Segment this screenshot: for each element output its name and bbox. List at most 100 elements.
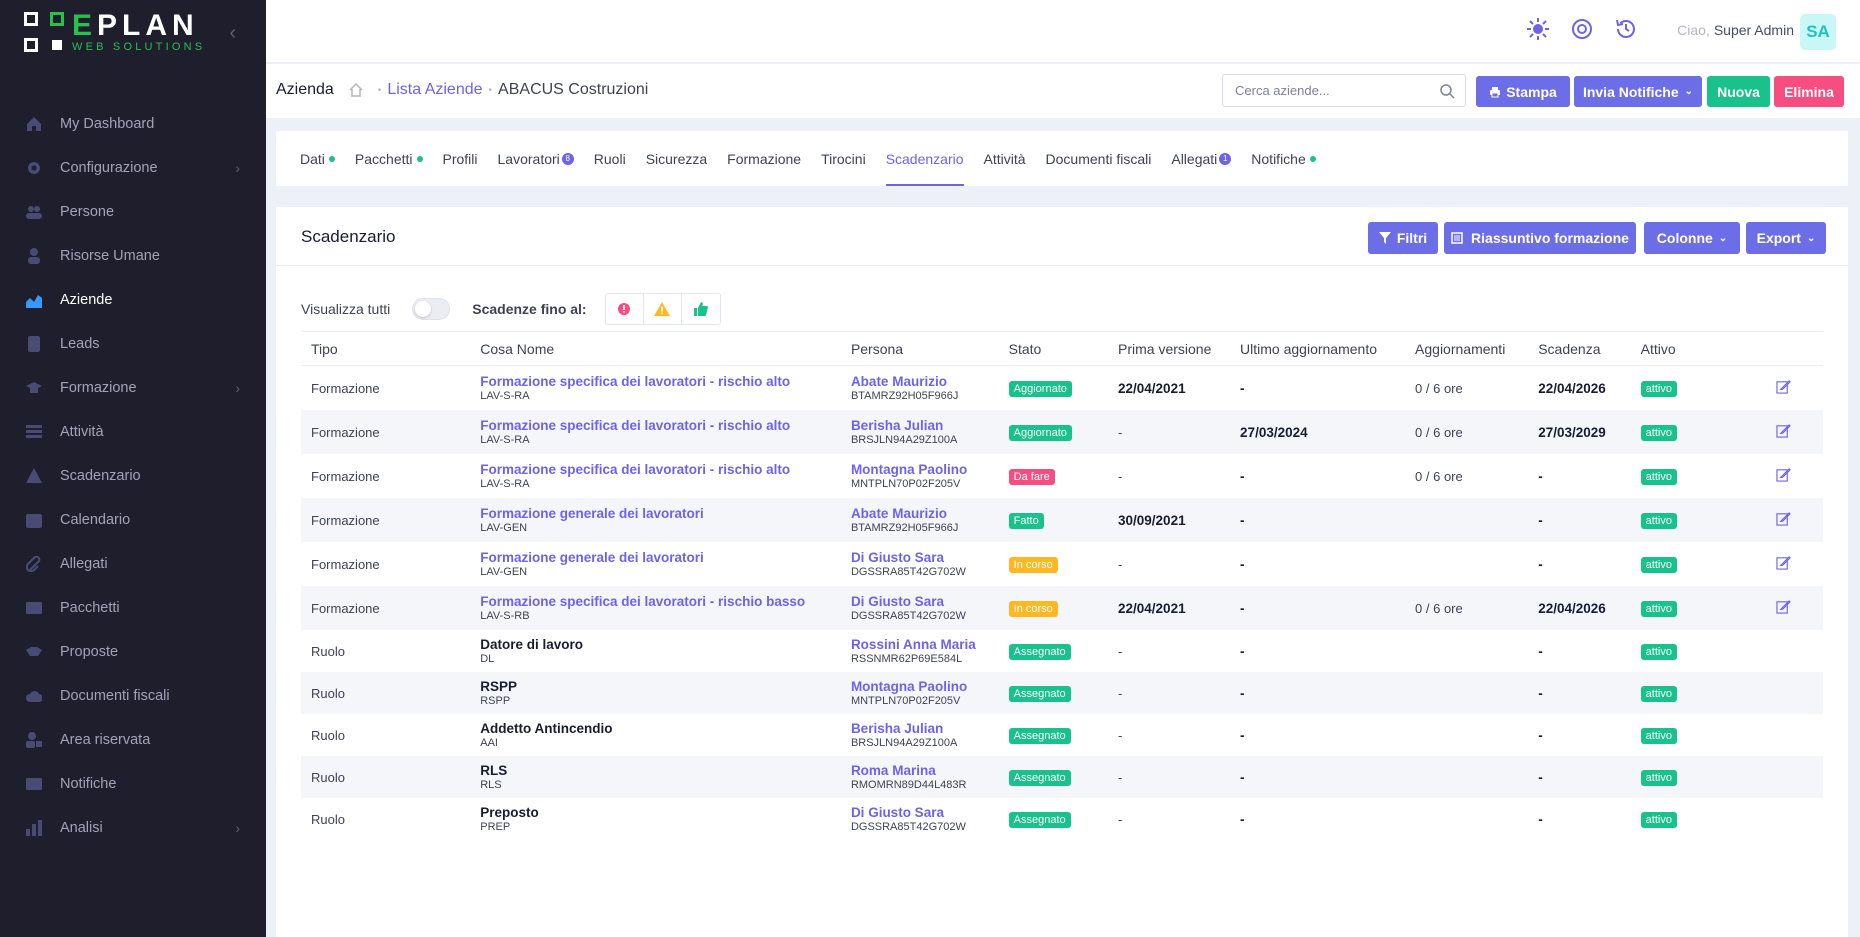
sidebar-item-area-riservata[interactable]: Area riservata (0, 718, 266, 762)
last-update: - (1240, 811, 1245, 827)
table-row[interactable]: Formazione Formazione generale dei lavora… (301, 497, 1823, 542)
avatar[interactable]: SA (1800, 14, 1836, 50)
table-row[interactable]: Formazione Formazione specifica dei lavor… (301, 366, 1823, 410)
sidebar-item-calendario[interactable]: Calendario (0, 498, 266, 542)
tab-sicurezza[interactable]: Sicurezza (646, 131, 707, 186)
sidebar-item-analisi[interactable]: Analisi › (0, 806, 266, 850)
column-header[interactable]: Attivo (1630, 331, 1735, 366)
person-name[interactable]: Di Giusto Sara (851, 594, 999, 609)
item-name[interactable]: Formazione generale dei lavoratori (480, 506, 841, 521)
item-name[interactable]: Formazione specifica dei lavoratori - ri… (480, 418, 841, 433)
column-header[interactable]: Stato (998, 331, 1109, 366)
breadcrumb-link[interactable]: Lista Aziende (387, 81, 482, 99)
tab-allegati[interactable]: Allegati 1 (1171, 131, 1232, 186)
table-row[interactable]: Formazione Formazione specifica dei lavor… (301, 409, 1823, 454)
tab-profili[interactable]: Profili (443, 131, 478, 186)
person-name[interactable]: Roma Marina (851, 763, 999, 778)
table-row[interactable]: Ruolo Datore di lavoro DL Rossini Anna Mari… (301, 630, 1823, 672)
table-row[interactable]: Formazione Formazione specifica dei lavor… (301, 585, 1823, 630)
tab-scadenzario[interactable]: Scadenzario (885, 131, 964, 186)
deadline-ok-button[interactable] (682, 294, 720, 324)
person-name[interactable]: Berisha Julian (851, 418, 999, 433)
edit-icon[interactable] (1776, 423, 1791, 438)
table-row[interactable]: Ruolo RLS RLS Roma Marina RMOMRN89D44L483R As… (301, 755, 1823, 798)
sidebar-item-configurazione[interactable]: Configurazione › (0, 146, 266, 190)
sidebar-item-my-dashboard[interactable]: My Dashboard (0, 102, 266, 146)
edit-icon[interactable] (1776, 555, 1791, 570)
sidebar-item-documenti-fiscali[interactable]: Documenti fiscali (0, 674, 266, 718)
columns-button[interactable]: Colonne ⌄ (1644, 222, 1740, 254)
item-name[interactable]: Formazione specifica dei lavoratori - ri… (480, 374, 841, 389)
new-button[interactable]: Nuova (1707, 76, 1770, 107)
delete-button[interactable]: Elimina (1774, 76, 1844, 107)
column-header[interactable]: Tipo (301, 331, 471, 366)
search-input[interactable] (1223, 75, 1423, 106)
person-name[interactable]: Di Giusto Sara (851, 550, 999, 565)
tab-ruoli[interactable]: Ruoli (594, 131, 626, 186)
table-row[interactable]: Ruolo Addetto Antincendio AAI Berisha Julia… (301, 714, 1823, 756)
table-row[interactable]: Formazione Formazione specifica dei lavor… (301, 454, 1823, 498)
sidebar-item-notifiche[interactable]: Notifiche (0, 762, 266, 806)
search-icon[interactable] (1439, 83, 1455, 99)
lifebuoy-icon[interactable] (1570, 17, 1594, 41)
deadline-expired-button[interactable] (606, 294, 644, 324)
sidebar-item-aziende[interactable]: Aziende (0, 278, 266, 322)
breadcrumb-current: ABACUS Costruzioni (498, 81, 649, 98)
person-name[interactable]: Montagna Paolino (851, 462, 999, 477)
table-row[interactable]: Ruolo RSPP RSPP Montagna Paolino MNTPLN70P02… (301, 671, 1823, 714)
user-greeting[interactable]: Ciao, Super Admin (1677, 22, 1794, 38)
print-button[interactable]: Stampa (1476, 76, 1570, 107)
tab-pacchetti[interactable]: Pacchetti (355, 131, 423, 186)
sidebar-item-pacchetti[interactable]: Pacchetti (0, 586, 266, 630)
tab-documenti-fiscali[interactable]: Documenti fiscali (1046, 131, 1152, 186)
column-header[interactable]: Prima versione (1108, 331, 1231, 366)
sidebar-item-proposte[interactable]: Proposte (0, 630, 266, 674)
column-header[interactable]: Ultimo aggiornamento (1230, 331, 1406, 366)
column-header[interactable]: Aggiornamenti (1405, 331, 1529, 366)
brand-logo[interactable]: EPLAN WEB SOLUTIONS ‹ (0, 0, 266, 64)
edit-icon[interactable] (1776, 379, 1791, 394)
column-header[interactable]: Cosa Nome (470, 331, 841, 366)
edit-icon[interactable] (1776, 599, 1791, 614)
sidebar-item-allegati[interactable]: Allegati (0, 542, 266, 586)
sidebar-item-persone[interactable]: Persone (0, 190, 266, 234)
table-row[interactable]: Formazione Formazione generale dei lavora… (301, 542, 1823, 586)
filters-button[interactable]: Filtri (1368, 222, 1438, 254)
home-icon[interactable] (348, 82, 364, 98)
edit-icon[interactable] (1776, 467, 1791, 482)
sidebar-item-risorse-umane[interactable]: Risorse Umane (0, 234, 266, 278)
collapse-sidebar-icon[interactable]: ‹ (229, 22, 236, 45)
item-name[interactable]: Formazione specifica dei lavoratori - ri… (480, 594, 841, 609)
column-header[interactable]: Scadenza (1528, 331, 1631, 366)
person-name[interactable]: Abate Maurizio (851, 506, 999, 521)
tab-dati[interactable]: Dati (300, 131, 335, 186)
tab-tirocini[interactable]: Tirocini (821, 131, 866, 186)
person-name[interactable]: Abate Maurizio (851, 374, 999, 389)
tab-attivit-[interactable]: Attività (984, 131, 1026, 186)
table-row[interactable]: Ruolo Preposto PREP Di Giusto Sara DGSSRA85T… (301, 798, 1823, 840)
tab-label: Ruoli (593, 150, 626, 167)
history-icon[interactable] (1614, 17, 1638, 41)
tab-formazione[interactable]: Formazione (727, 131, 801, 186)
sidebar-item-scadenzario[interactable]: Scadenzario (0, 454, 266, 498)
deadline-warning-button[interactable] (644, 294, 682, 324)
sidebar-item-formazione[interactable]: Formazione › (0, 366, 266, 410)
tab-lavoratori[interactable]: Lavoratori 8 (498, 131, 574, 186)
sun-icon[interactable] (1526, 17, 1550, 41)
status-badge: In corso (1008, 600, 1058, 617)
sidebar-item-attivit-[interactable]: Attività (0, 410, 266, 454)
person-name[interactable]: Rossini Anna Maria (851, 637, 999, 652)
column-header[interactable]: Persona (840, 331, 999, 366)
export-button[interactable]: Export ⌄ (1746, 222, 1826, 254)
edit-icon[interactable] (1776, 511, 1791, 526)
sidebar-item-leads[interactable]: Leads (0, 322, 266, 366)
item-name[interactable]: Formazione generale dei lavoratori (480, 550, 841, 565)
person-name[interactable]: Berisha Julian (851, 721, 999, 736)
show-all-toggle[interactable] (412, 298, 451, 320)
send-notifications-button[interactable]: Invia Notifiche ⌄ (1574, 76, 1702, 107)
person-name[interactable]: Montagna Paolino (851, 679, 999, 694)
item-name[interactable]: Formazione specifica dei lavoratori - ri… (480, 462, 841, 477)
summary-training-button[interactable]: Riassuntivo formazione (1444, 222, 1636, 254)
tab-notifiche[interactable]: Notifiche (1251, 131, 1316, 186)
person-name[interactable]: Di Giusto Sara (851, 805, 999, 820)
